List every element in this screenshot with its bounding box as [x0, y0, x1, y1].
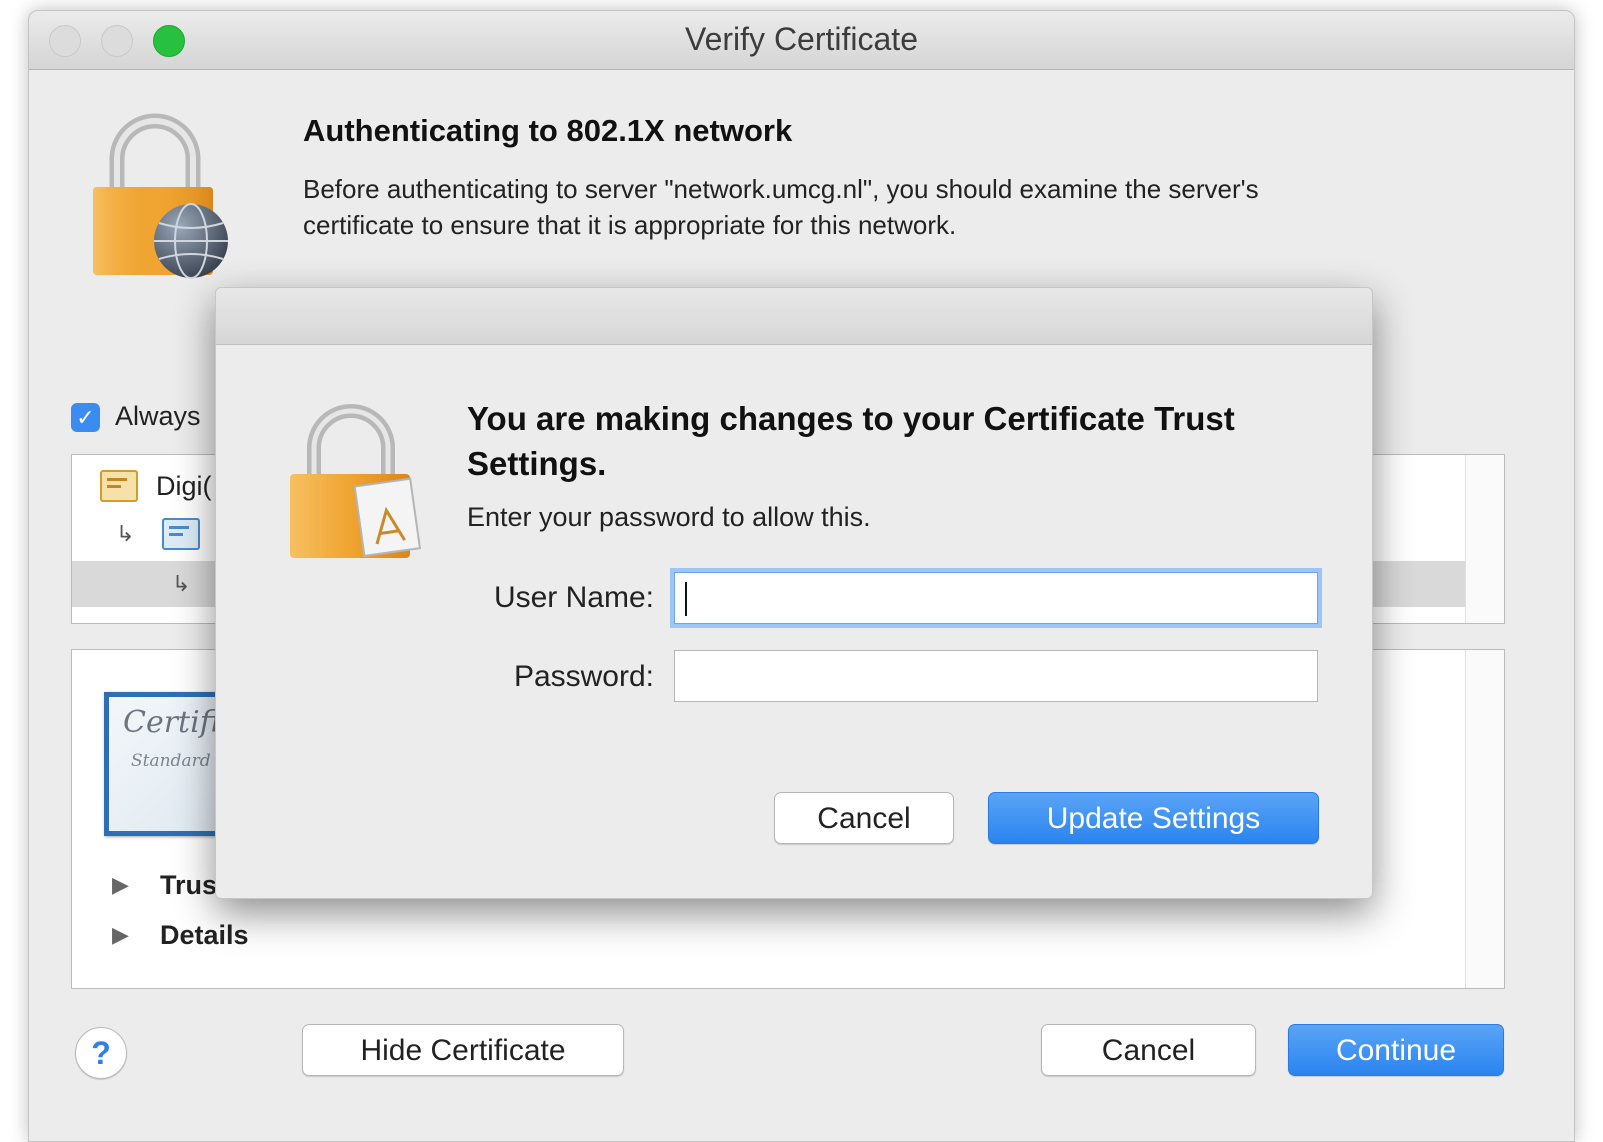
description-line: Before authenticating to server "network… — [303, 174, 1259, 204]
certificate-icon — [100, 470, 138, 502]
authorization-sheet: You are making changes to your Certifica… — [215, 287, 1373, 899]
details-section-label[interactable]: Details — [160, 920, 249, 951]
network-lock-icon — [91, 111, 241, 286]
sheet-heading: You are making changes to your Certifica… — [467, 396, 1327, 486]
chain-row-label: Digi( — [156, 471, 212, 501]
certificate-image-subtitle: Standard — [131, 751, 211, 771]
always-trust-checkbox[interactable]: ✓ — [71, 403, 100, 432]
sheet-header-bar — [216, 288, 1372, 345]
sheet-subtitle: Enter your password to allow this. — [467, 502, 871, 532]
dialog-description: Before authenticating to server "network… — [303, 171, 1513, 243]
sheet-heading-line: You are making changes to your Certifica… — [467, 400, 1235, 437]
window-title: Verify Certificate — [685, 21, 918, 57]
arrow-sub-icon: ↳ — [172, 571, 191, 596]
trust-section-label[interactable]: Trus — [160, 870, 217, 901]
detail-scrollbar[interactable] — [1465, 650, 1504, 988]
text-caret — [685, 582, 687, 616]
title-bar: Verify Certificate — [29, 11, 1574, 70]
cancel-button[interactable]: Cancel — [1041, 1024, 1256, 1076]
sheet-cancel-button[interactable]: Cancel — [774, 792, 954, 844]
continue-button[interactable]: Continue — [1288, 1024, 1504, 1076]
certificate-blue-icon — [162, 518, 200, 550]
always-trust-label: Always — [115, 401, 201, 431]
chain-scrollbar[interactable] — [1465, 455, 1504, 623]
password-field[interactable] — [674, 650, 1318, 702]
user-name-field[interactable] — [674, 572, 1318, 624]
sheet-heading-line: Settings. — [467, 445, 607, 482]
update-settings-button[interactable]: Update Settings — [988, 792, 1319, 844]
hide-certificate-button[interactable]: Hide Certificate — [302, 1024, 624, 1076]
dialog-heading: Authenticating to 802.1X network — [303, 113, 793, 148]
description-line: certificate to ensure that it is appropr… — [303, 210, 957, 240]
trust-disclosure-triangle-icon[interactable]: ▶ — [112, 872, 129, 898]
password-label: Password: — [513, 660, 654, 693]
user-name-label: User Name: — [493, 581, 654, 614]
help-button[interactable]: ? — [75, 1027, 127, 1079]
lock-document-icon — [290, 402, 430, 567]
details-disclosure-triangle-icon[interactable]: ▶ — [112, 922, 129, 948]
arrow-sub-icon: ↳ — [116, 521, 135, 546]
